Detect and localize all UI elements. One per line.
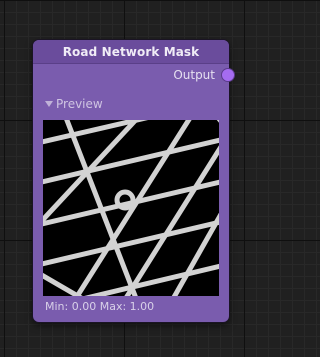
road-mask-image — [43, 120, 219, 296]
output-port-icon[interactable] — [221, 68, 235, 82]
road-mask-preview — [43, 120, 219, 296]
output-label: Output — [173, 68, 215, 82]
preview-label: Preview — [56, 97, 103, 111]
triangle-down-icon — [45, 101, 53, 107]
output-row: Output — [173, 68, 235, 82]
node-header[interactable]: Road Network Mask — [33, 40, 229, 64]
min-max-stats: Min: 0.00 Max: 1.00 — [45, 300, 155, 313]
preview-toggle[interactable]: Preview — [45, 97, 103, 111]
node-title: Road Network Mask — [62, 44, 200, 59]
road-network-mask-node[interactable]: Road Network Mask Output Preview Min: 0.… — [33, 40, 235, 322]
